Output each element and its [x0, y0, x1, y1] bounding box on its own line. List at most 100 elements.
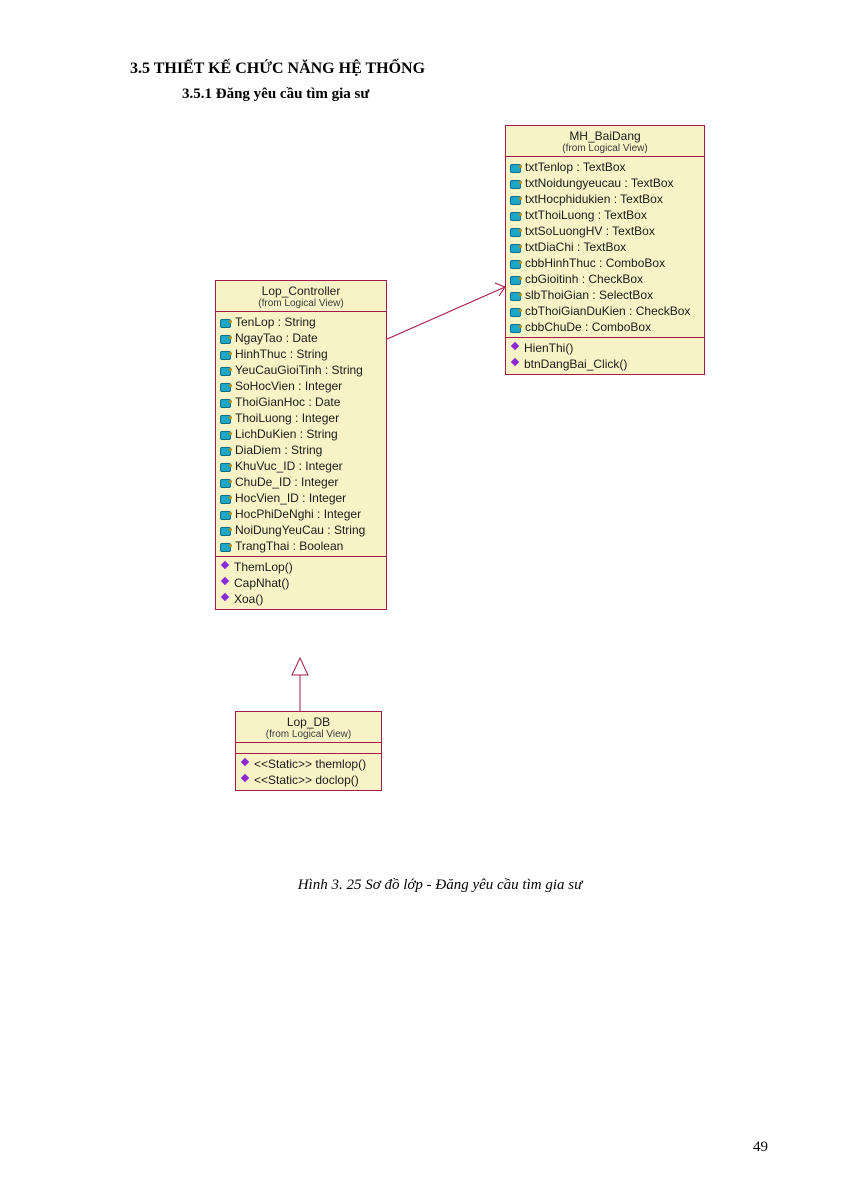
operation-icon	[510, 359, 520, 369]
operation-label: <<Static>> doclop()	[254, 772, 359, 788]
attribute-label: slbThoiGian : SelectBox	[525, 287, 653, 303]
attribute-label: DiaDiem : String	[235, 442, 322, 458]
operation-row: <<Static>> themlop()	[240, 756, 377, 772]
operation-label: btnDangBai_Click()	[524, 356, 627, 372]
attribute-icon	[220, 446, 231, 455]
attribute-row: DiaDiem : String	[220, 442, 382, 458]
attribute-label: txtThoiLuong : TextBox	[525, 207, 647, 223]
class-subtitle: (from Logical View)	[222, 298, 380, 309]
operations-section: <<Static>> themlop()<<Static>> doclop()	[236, 754, 381, 790]
attribute-row: TrangThai : Boolean	[220, 538, 382, 554]
operation-row: ThemLop()	[220, 559, 382, 575]
attribute-label: cbbChuDe : ComboBox	[525, 319, 651, 335]
page-number: 49	[753, 1139, 768, 1156]
attribute-row: NoiDungYeuCau : String	[220, 522, 382, 538]
operation-icon	[220, 578, 230, 588]
operation-row: Xoa()	[220, 591, 382, 607]
attribute-icon	[510, 275, 521, 284]
operation-row: CapNhat()	[220, 575, 382, 591]
attribute-icon	[220, 414, 231, 423]
figure-caption: Hình 3. 25 Sơ đồ lớp - Đăng yêu cầu tìm …	[120, 877, 760, 894]
attribute-label: HinhThuc : String	[235, 346, 328, 362]
attribute-icon	[510, 195, 521, 204]
class-title: MH_BaiDang	[512, 129, 698, 143]
attributes-section	[236, 743, 381, 754]
attribute-label: ChuDe_ID : Integer	[235, 474, 338, 490]
attribute-icon	[510, 291, 521, 300]
attribute-label: TenLop : String	[235, 314, 316, 330]
attribute-row: LichDuKien : String	[220, 426, 382, 442]
attribute-row: SoHocVien : Integer	[220, 378, 382, 394]
operations-section: ThemLop()CapNhat()Xoa()	[216, 557, 386, 609]
attribute-icon	[220, 350, 231, 359]
subsection-heading: 3.5.1 Đăng yêu cầu tìm gia sư	[182, 86, 778, 103]
operation-row: HienThi()	[510, 340, 700, 356]
class-lop-controller: Lop_Controller (from Logical View) TenLo…	[215, 280, 387, 610]
attribute-row: txtTenlop : TextBox	[510, 159, 700, 175]
attribute-label: LichDuKien : String	[235, 426, 338, 442]
attribute-label: ThoiGianHoc : Date	[235, 394, 340, 410]
attribute-label: txtNoidungyeucau : TextBox	[525, 175, 674, 191]
attribute-icon	[220, 510, 231, 519]
attribute-row: cbbChuDe : ComboBox	[510, 319, 700, 335]
attribute-icon	[220, 318, 231, 327]
operation-row: <<Static>> doclop()	[240, 772, 377, 788]
attribute-row: ChuDe_ID : Integer	[220, 474, 382, 490]
attribute-row: TenLop : String	[220, 314, 382, 330]
operation-label: CapNhat()	[234, 575, 289, 591]
attribute-label: cbThoiGianDuKien : CheckBox	[525, 303, 690, 319]
attribute-icon	[220, 494, 231, 503]
attribute-icon	[510, 243, 521, 252]
attribute-icon	[510, 211, 521, 220]
attribute-icon	[220, 398, 231, 407]
attribute-row: ThoiGianHoc : Date	[220, 394, 382, 410]
attribute-label: HocVien_ID : Integer	[235, 490, 346, 506]
attribute-row: HocPhiDeNghi : Integer	[220, 506, 382, 522]
attribute-label: KhuVuc_ID : Integer	[235, 458, 343, 474]
attribute-icon	[510, 259, 521, 268]
attribute-label: NgayTao : Date	[235, 330, 318, 346]
operation-label: <<Static>> themlop()	[254, 756, 366, 772]
attribute-row: txtDiaChi : TextBox	[510, 239, 700, 255]
attribute-row: txtSoLuongHV : TextBox	[510, 223, 700, 239]
attribute-row: cbGioitinh : CheckBox	[510, 271, 700, 287]
class-title: Lop_Controller	[222, 284, 380, 298]
operation-label: HienThi()	[524, 340, 573, 356]
attribute-row: txtThoiLuong : TextBox	[510, 207, 700, 223]
attribute-icon	[510, 323, 521, 332]
attribute-row: ThoiLuong : Integer	[220, 410, 382, 426]
attribute-row: txtHocphidukien : TextBox	[510, 191, 700, 207]
attribute-label: YeuCauGioiTinh : String	[235, 362, 363, 378]
section-heading: 3.5 THIẾT KẾ CHỨC NĂNG HỆ THỐNG	[130, 60, 778, 78]
attribute-row: KhuVuc_ID : Integer	[220, 458, 382, 474]
attribute-icon	[220, 462, 231, 471]
attribute-label: txtHocphidukien : TextBox	[525, 191, 663, 207]
class-subtitle: (from Logical View)	[512, 143, 698, 154]
operation-icon	[220, 594, 230, 604]
attribute-icon	[510, 179, 521, 188]
attribute-icon	[220, 526, 231, 535]
attribute-row: txtNoidungyeucau : TextBox	[510, 175, 700, 191]
operation-row: btnDangBai_Click()	[510, 356, 700, 372]
class-lop-db: Lop_DB (from Logical View) <<Static>> th…	[235, 711, 382, 791]
attribute-row: cbThoiGianDuKien : CheckBox	[510, 303, 700, 319]
attribute-icon	[220, 366, 231, 375]
attribute-label: cbbHinhThuc : ComboBox	[525, 255, 665, 271]
attribute-row: slbThoiGian : SelectBox	[510, 287, 700, 303]
attributes-section: TenLop : StringNgayTao : DateHinhThuc : …	[216, 312, 386, 557]
attribute-label: TrangThai : Boolean	[235, 538, 343, 554]
attribute-label: SoHocVien : Integer	[235, 378, 342, 394]
attribute-row: NgayTao : Date	[220, 330, 382, 346]
attribute-label: txtDiaChi : TextBox	[525, 239, 626, 255]
attribute-row: HocVien_ID : Integer	[220, 490, 382, 506]
operations-section: HienThi()btnDangBai_Click()	[506, 338, 704, 374]
attribute-label: txtTenlop : TextBox	[525, 159, 626, 175]
attributes-section: txtTenlop : TextBoxtxtNoidungyeucau : Te…	[506, 157, 704, 338]
operation-icon	[510, 343, 520, 353]
attribute-label: NoiDungYeuCau : String	[235, 522, 365, 538]
attribute-label: ThoiLuong : Integer	[235, 410, 339, 426]
operation-label: Xoa()	[234, 591, 263, 607]
attribute-icon	[220, 382, 231, 391]
class-mh-baidang: MH_BaiDang (from Logical View) txtTenlop…	[505, 125, 705, 375]
attribute-icon	[510, 163, 521, 172]
